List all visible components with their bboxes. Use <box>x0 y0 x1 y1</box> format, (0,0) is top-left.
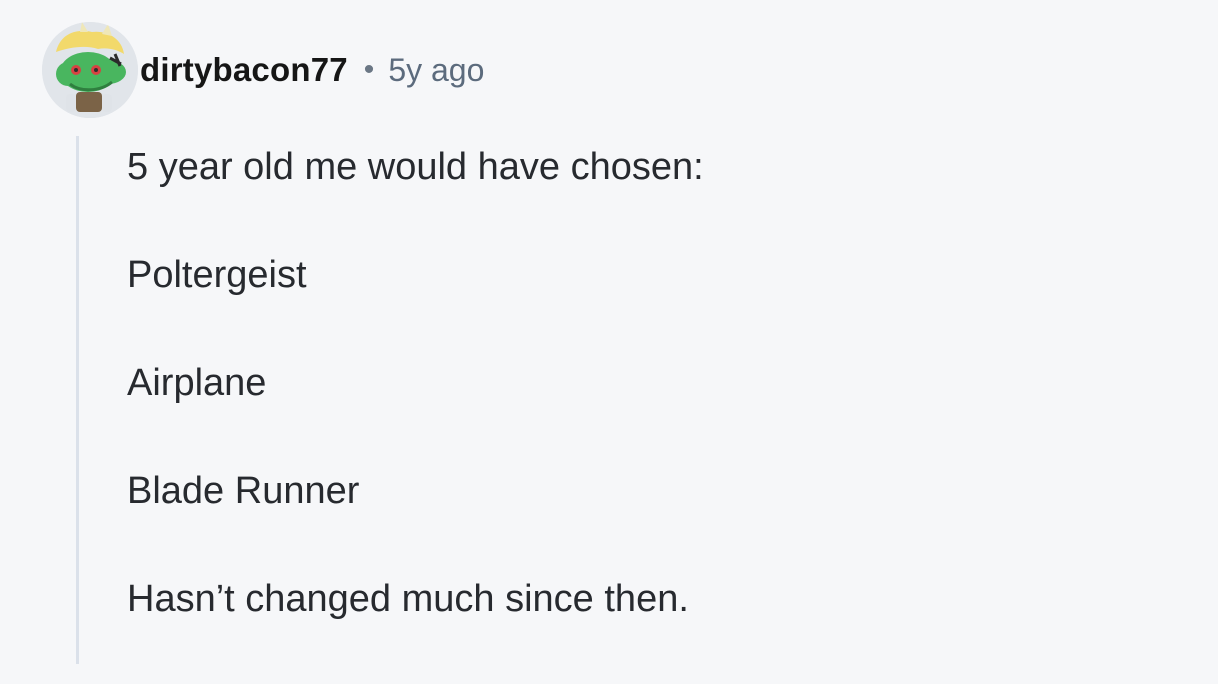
meta-separator: • <box>363 53 375 86</box>
comment-paragraph: 5 year old me would have chosen: <box>127 146 704 188</box>
thread-line[interactable] <box>76 136 79 664</box>
comment-body: 5 year old me would have chosen: Polterg… <box>127 144 1187 684</box>
comment-paragraph: Hasn’t changed much since then. <box>127 578 689 620</box>
username-link[interactable]: dirtybacon77 <box>140 51 348 89</box>
comment-timestamp[interactable]: 5y ago <box>388 52 484 89</box>
avatar[interactable] <box>42 22 138 118</box>
snoo-dragon-avatar-icon <box>42 22 138 118</box>
comment-header: dirtybacon77 • 5y ago <box>42 22 484 118</box>
comment: dirtybacon77 • 5y ago 5 year old me woul… <box>0 0 1218 664</box>
comment-paragraph: Poltergeist <box>127 254 307 296</box>
comment-paragraph: Airplane <box>127 362 267 404</box>
comment-meta: dirtybacon77 • 5y ago <box>140 22 484 118</box>
comment-paragraph: Blade Runner <box>127 470 360 512</box>
